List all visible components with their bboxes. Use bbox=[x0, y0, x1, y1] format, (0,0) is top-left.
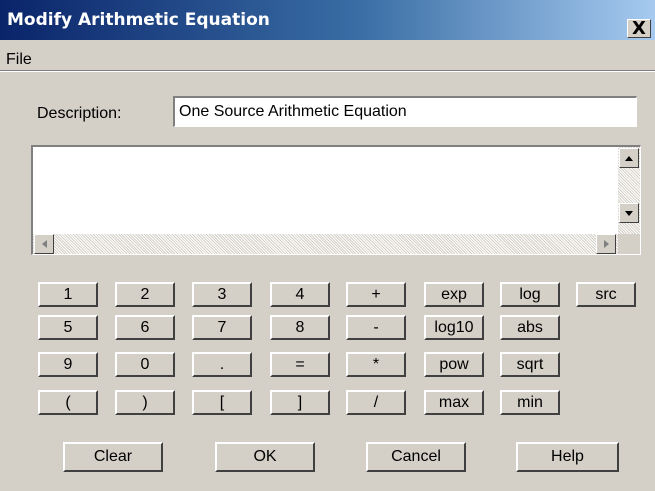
description-label: Description: bbox=[37, 105, 122, 122]
key-1[interactable]: 1 bbox=[38, 282, 98, 307]
key-9[interactable]: 9 bbox=[38, 352, 98, 377]
key-exp[interactable]: exp bbox=[424, 282, 484, 307]
key-minus[interactable]: - bbox=[346, 315, 406, 340]
horizontal-scrollbar[interactable] bbox=[33, 234, 618, 254]
key-3[interactable]: 3 bbox=[192, 282, 252, 307]
key-6[interactable]: 6 bbox=[115, 315, 175, 340]
key-open-paren[interactable]: ( bbox=[38, 390, 98, 415]
key-0[interactable]: 0 bbox=[115, 352, 175, 377]
key-decimal[interactable]: . bbox=[192, 352, 252, 377]
equation-editor[interactable] bbox=[31, 145, 641, 255]
key-log10[interactable]: log10 bbox=[424, 315, 484, 340]
scroll-up-button[interactable] bbox=[619, 148, 639, 168]
menu-separator bbox=[0, 70, 655, 72]
window-title: Modify Arithmetic Equation bbox=[7, 10, 270, 30]
scroll-corner bbox=[618, 234, 640, 254]
key-7[interactable]: 7 bbox=[192, 315, 252, 340]
close-button[interactable]: X bbox=[627, 19, 651, 38]
menu-file[interactable]: File bbox=[6, 51, 32, 69]
scroll-down-button[interactable] bbox=[619, 203, 639, 223]
key-8[interactable]: 8 bbox=[270, 315, 330, 340]
description-input[interactable] bbox=[173, 96, 637, 127]
key-log[interactable]: log bbox=[500, 282, 560, 307]
help-button[interactable]: Help bbox=[516, 442, 619, 472]
menu-bar: File bbox=[0, 40, 655, 70]
key-4[interactable]: 4 bbox=[270, 282, 330, 307]
key-divide[interactable]: / bbox=[346, 390, 406, 415]
key-abs[interactable]: abs bbox=[500, 315, 560, 340]
key-max[interactable]: max bbox=[424, 390, 484, 415]
title-bar: Modify Arithmetic Equation X bbox=[0, 0, 655, 40]
arrow-down-icon bbox=[625, 211, 633, 216]
key-5[interactable]: 5 bbox=[38, 315, 98, 340]
arrow-right-icon bbox=[604, 240, 609, 248]
vertical-scrollbar[interactable] bbox=[618, 147, 640, 234]
key-src[interactable]: src bbox=[576, 282, 636, 307]
clear-button[interactable]: Clear bbox=[63, 442, 163, 472]
key-2[interactable]: 2 bbox=[115, 282, 175, 307]
key-close-bracket[interactable]: ] bbox=[270, 390, 330, 415]
key-min[interactable]: min bbox=[500, 390, 560, 415]
scroll-left-button[interactable] bbox=[34, 234, 54, 254]
key-multiply[interactable]: * bbox=[346, 352, 406, 377]
arrow-up-icon bbox=[625, 156, 633, 161]
scroll-right-button[interactable] bbox=[596, 234, 616, 254]
arrow-left-icon bbox=[42, 240, 47, 248]
key-close-paren[interactable]: ) bbox=[115, 390, 175, 415]
key-open-bracket[interactable]: [ bbox=[192, 390, 252, 415]
key-pow[interactable]: pow bbox=[424, 352, 484, 377]
key-sqrt[interactable]: sqrt bbox=[500, 352, 560, 377]
cancel-button[interactable]: Cancel bbox=[366, 442, 466, 472]
key-equals[interactable]: = bbox=[270, 352, 330, 377]
key-plus[interactable]: + bbox=[346, 282, 406, 307]
ok-button[interactable]: OK bbox=[215, 442, 315, 472]
close-icon: X bbox=[632, 18, 646, 39]
